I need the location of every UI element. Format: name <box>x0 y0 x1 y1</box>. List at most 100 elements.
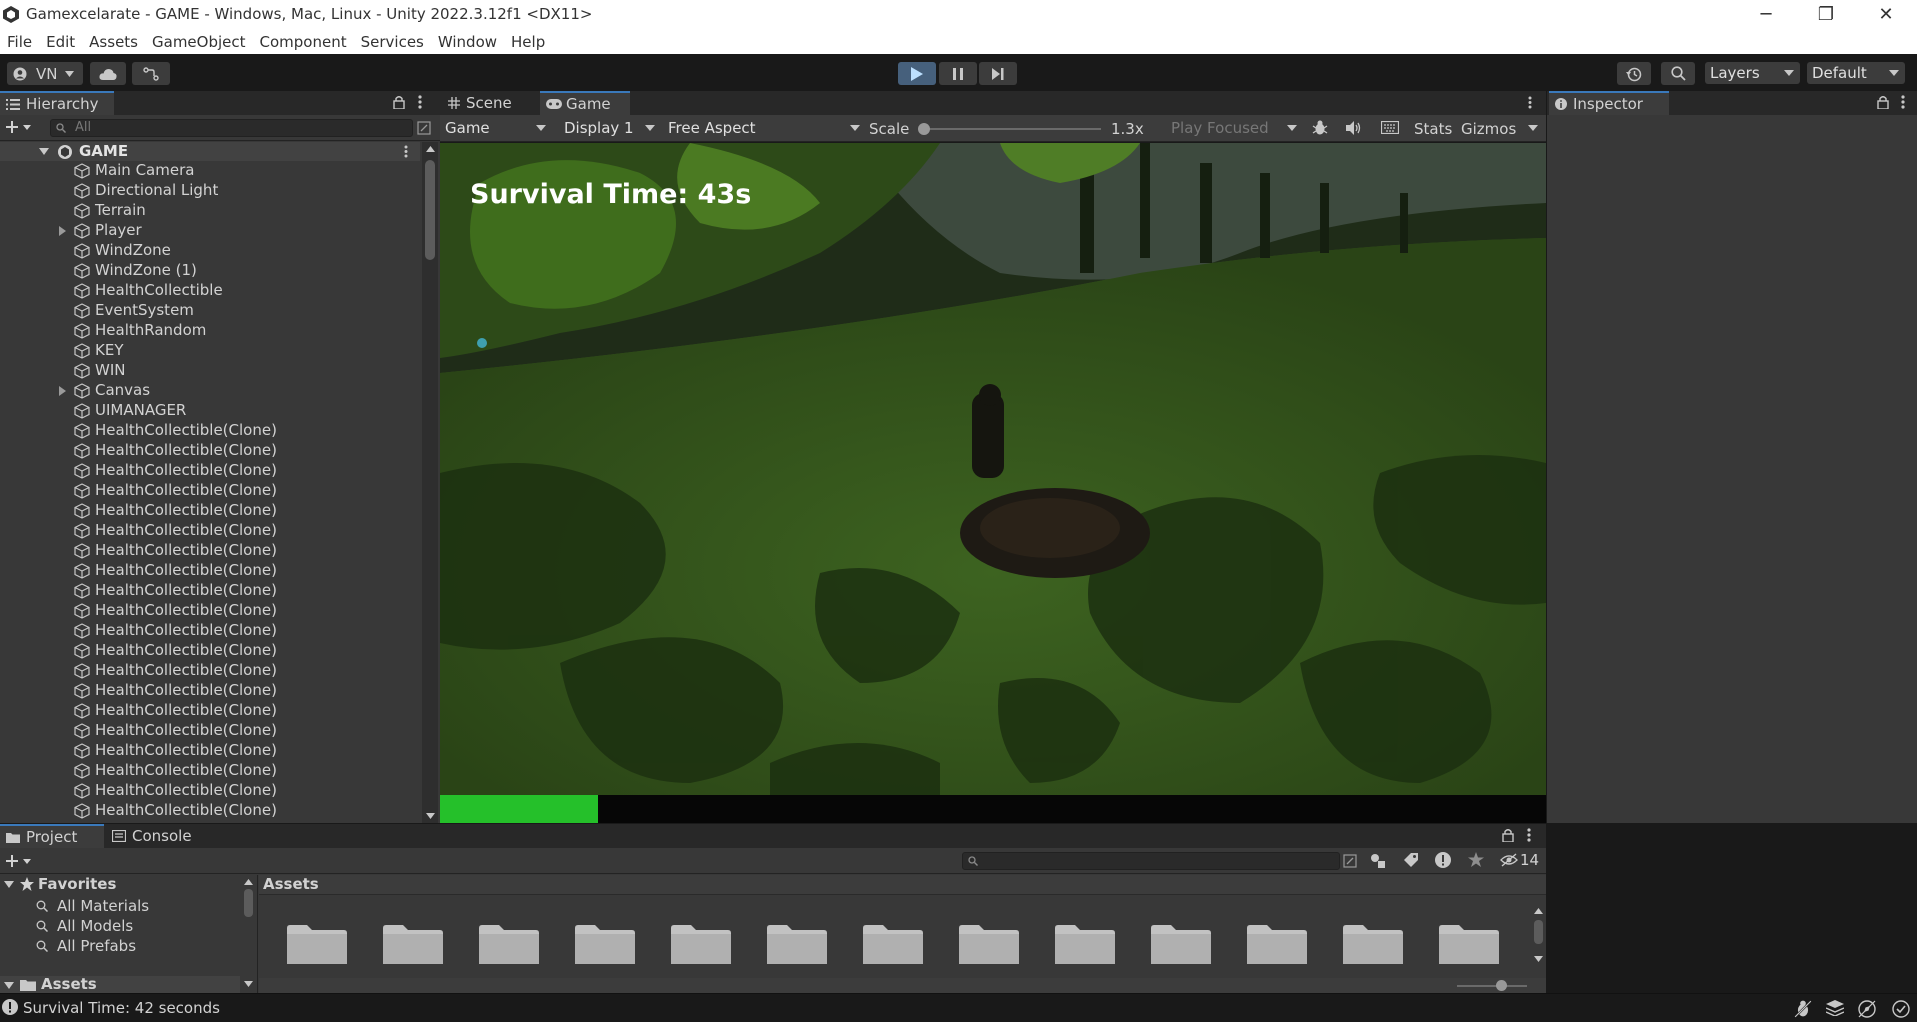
add-icon[interactable] <box>5 854 31 868</box>
favorite-item[interactable]: All Models <box>36 917 236 935</box>
scroll-up-icon[interactable] <box>426 146 435 152</box>
hierarchy-item[interactable]: HealthRandom <box>0 321 420 341</box>
warning-icon[interactable] <box>1435 852 1451 868</box>
scroll-up-icon[interactable] <box>244 879 253 885</box>
search-button[interactable] <box>1661 62 1695 85</box>
scene-row[interactable]: GAME <box>0 142 420 161</box>
hierarchy-item[interactable]: HealthCollectible <box>0 281 420 301</box>
kebab-menu-icon[interactable] <box>1527 828 1531 842</box>
stack-icon[interactable] <box>1826 1000 1844 1016</box>
hierarchy-item[interactable]: HealthCollectible(Clone) <box>0 641 420 661</box>
add-icon[interactable] <box>5 120 31 134</box>
favorites-label[interactable]: Favorites <box>38 875 116 893</box>
hierarchy-item[interactable]: HealthCollectible(Clone) <box>0 501 420 521</box>
hierarchy-item[interactable]: HealthCollectible(Clone) <box>0 761 420 781</box>
lock-icon[interactable] <box>1502 828 1514 842</box>
menu-help[interactable]: Help <box>504 33 552 51</box>
hierarchy-item[interactable]: Terrain <box>0 201 420 221</box>
hierarchy-item[interactable]: WindZone (1) <box>0 261 420 281</box>
scroll-thumb[interactable] <box>1534 920 1543 944</box>
play-button[interactable] <box>898 62 936 85</box>
menu-gameobject[interactable]: GameObject <box>145 33 253 51</box>
hierarchy-item[interactable]: HealthCollectible(Clone) <box>0 661 420 681</box>
pause-button[interactable] <box>939 62 977 85</box>
folder-icon[interactable] <box>575 922 635 964</box>
expand-arrow-icon[interactable] <box>59 226 66 236</box>
scroll-thumb[interactable] <box>425 160 435 260</box>
tab-inspector[interactable]: Inspector <box>1549 91 1669 115</box>
hierarchy-item[interactable]: HealthCollectible(Clone) <box>0 561 420 581</box>
hierarchy-item[interactable]: Main Camera <box>0 161 420 181</box>
hierarchy-item[interactable]: Directional Light <box>0 181 420 201</box>
scroll-up-icon[interactable] <box>1534 908 1543 914</box>
display-dropdown[interactable]: Display 1 <box>559 117 661 139</box>
folder-icon[interactable] <box>1439 922 1499 964</box>
chevron-down-icon[interactable] <box>1528 125 1538 131</box>
kebab-menu-icon[interactable] <box>1528 96 1532 109</box>
hierarchy-item[interactable]: HealthCollectible(Clone) <box>0 821 420 822</box>
project-search-input[interactable] <box>962 852 1340 870</box>
scene-visibility-icon[interactable] <box>417 121 431 135</box>
hierarchy-search-input[interactable]: All <box>50 119 413 137</box>
hierarchy-item[interactable]: HealthCollectible(Clone) <box>0 741 420 761</box>
bug-icon[interactable] <box>1312 120 1328 136</box>
folder-icon[interactable] <box>671 922 731 964</box>
debug-mode-icon[interactable] <box>1794 1000 1812 1018</box>
hierarchy-item[interactable]: HealthCollectible(Clone) <box>0 481 420 501</box>
hierarchy-item[interactable]: KEY <box>0 341 420 361</box>
lock-icon[interactable] <box>1877 95 1889 109</box>
scroll-down-icon[interactable] <box>244 981 253 987</box>
folder-icon[interactable] <box>1151 922 1211 964</box>
hierarchy-item[interactable]: HealthCollectible(Clone) <box>0 521 420 541</box>
filter-by-type-icon[interactable] <box>1370 853 1386 869</box>
undo-history-button[interactable] <box>1617 62 1651 85</box>
hierarchy-item[interactable]: HealthCollectible(Clone) <box>0 421 420 441</box>
layers-dropdown[interactable]: Layers <box>1705 62 1800 84</box>
hierarchy-item[interactable]: WindZone <box>0 241 420 261</box>
kebab-menu-icon[interactable] <box>404 145 408 158</box>
expand-arrow-icon[interactable] <box>4 881 14 888</box>
scale-slider-thumb[interactable] <box>918 123 930 135</box>
step-button[interactable] <box>979 62 1017 85</box>
tab-hierarchy[interactable]: Hierarchy <box>0 91 114 115</box>
check-circle-icon[interactable] <box>1892 1000 1910 1018</box>
tab-console[interactable]: Console <box>106 824 206 848</box>
play-focused-dropdown[interactable]: Play Focused <box>1166 117 1303 139</box>
hierarchy-item[interactable]: HealthCollectible(Clone) <box>0 541 420 561</box>
hierarchy-item[interactable]: WIN <box>0 361 420 381</box>
kebab-menu-icon[interactable] <box>418 95 422 109</box>
hierarchy-item[interactable]: HealthCollectible(Clone) <box>0 781 420 801</box>
collab-button[interactable] <box>132 62 170 85</box>
scroll-down-icon[interactable] <box>1534 956 1543 962</box>
tab-game[interactable]: Game <box>540 91 630 115</box>
folder-icon[interactable] <box>383 922 443 964</box>
account-dropdown[interactable]: VN <box>7 62 83 85</box>
folder-icon[interactable] <box>287 922 347 964</box>
scroll-thumb[interactable] <box>244 889 253 917</box>
aspect-dropdown[interactable]: Free Aspect <box>663 117 866 139</box>
minimize-button[interactable]: ─ <box>1742 0 1790 29</box>
kebab-menu-icon[interactable] <box>1901 95 1905 109</box>
favorite-item[interactable]: All Materials <box>36 897 236 915</box>
folder-icon[interactable] <box>1055 922 1115 964</box>
hierarchy-item[interactable]: HealthCollectible(Clone) <box>0 621 420 641</box>
hierarchy-item[interactable]: HealthCollectible(Clone) <box>0 601 420 621</box>
hierarchy-item[interactable]: HealthCollectible(Clone) <box>0 581 420 601</box>
expand-arrow-icon[interactable] <box>39 148 49 155</box>
icon-size-slider-thumb[interactable] <box>1496 980 1507 991</box>
folder-icon[interactable] <box>479 922 539 964</box>
hierarchy-item[interactable]: Player <box>0 221 420 241</box>
menu-file[interactable]: File <box>0 33 39 51</box>
menu-assets[interactable]: Assets <box>82 33 145 51</box>
folder-icon[interactable] <box>863 922 923 964</box>
status-message[interactable]: Survival Time: 42 seconds <box>23 999 220 1017</box>
keyboard-icon[interactable] <box>1381 121 1399 134</box>
expand-arrow-icon[interactable] <box>59 386 66 396</box>
scroll-down-icon[interactable] <box>426 813 435 819</box>
star-icon[interactable] <box>1468 852 1484 867</box>
search-by-scope-icon[interactable] <box>1343 854 1357 868</box>
breadcrumb-assets[interactable]: Assets <box>263 875 319 893</box>
tab-project[interactable]: Project <box>0 824 104 848</box>
layout-dropdown[interactable]: Default <box>1807 62 1905 84</box>
folder-icon[interactable] <box>1343 922 1403 964</box>
